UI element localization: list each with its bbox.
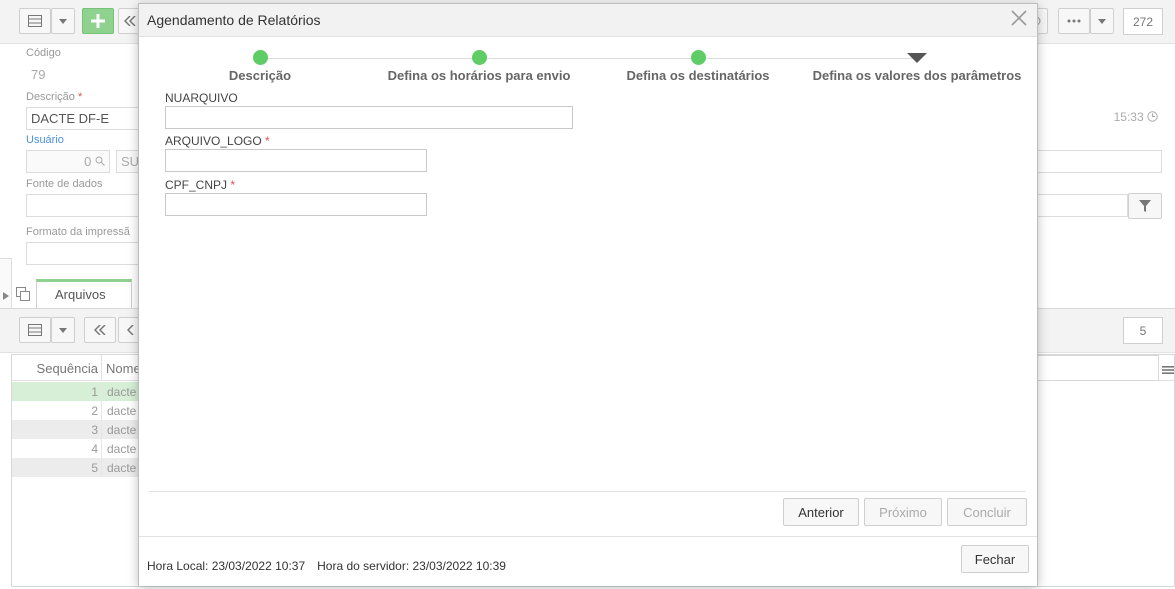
row-nome: dacte: [107, 385, 137, 399]
nuarquivo-input[interactable]: [165, 106, 573, 129]
filter-icon: [1139, 200, 1151, 212]
row-seq: 2: [12, 401, 102, 420]
grid-view-button-2[interactable]: [19, 317, 51, 343]
step-dot-destinatarios[interactable]: [691, 50, 706, 65]
table-row[interactable]: 1 dacte: [12, 382, 140, 401]
app-window: 272 Código 79 Descrição * DACTE DF-E 15:…: [0, 0, 1175, 589]
first-page-button[interactable]: [84, 317, 116, 343]
double-chevron-left-icon: [94, 325, 106, 335]
row-seq: 4: [12, 439, 102, 458]
formato-label: Formato da impressã: [26, 226, 130, 238]
table-row[interactable]: 4 dacte: [12, 439, 140, 458]
step-label-horarios[interactable]: Defina os horários para envio: [388, 68, 571, 83]
close-icon[interactable]: [1011, 7, 1027, 30]
grid-icon: [28, 15, 42, 27]
search-icon: [95, 156, 105, 166]
double-chevron-left-icon: [124, 16, 136, 26]
grid-filter-input[interactable]: [1036, 355, 1159, 381]
tab-arquivos[interactable]: Arquivos: [36, 279, 132, 309]
add-button[interactable]: [82, 8, 114, 34]
row-seq: 5: [12, 458, 102, 477]
nuarquivo-label: NUARQUIVO: [165, 91, 238, 105]
caret-down-icon: [59, 18, 67, 24]
col-sequencia[interactable]: Sequência: [12, 355, 102, 381]
usuario-label[interactable]: Usuário: [26, 134, 64, 146]
caret-down-icon: [1098, 18, 1106, 24]
step-dot-descricao[interactable]: [253, 50, 268, 65]
cpf-cnpj-label: CPF_CNPJ *: [165, 178, 236, 192]
row-nome: dacte: [107, 442, 137, 456]
more-dropdown-button[interactable]: [1090, 8, 1114, 34]
expand-arrow-icon[interactable]: [3, 289, 9, 303]
grid-view-button[interactable]: [19, 8, 51, 34]
concluir-button[interactable]: Concluir: [947, 498, 1027, 526]
step-label-descricao[interactable]: Descrição: [229, 68, 291, 83]
chevron-left-icon: [126, 325, 134, 335]
fechar-button[interactable]: Fechar: [961, 545, 1029, 573]
plus-icon: [91, 14, 105, 28]
table-row[interactable]: 3 dacte: [12, 420, 140, 439]
usuario-code-field[interactable]: 0: [26, 150, 110, 173]
ellipsis-icon: [1067, 19, 1081, 23]
row-seq: 3: [12, 420, 102, 439]
view-dropdown-button[interactable]: [51, 8, 75, 34]
step-label-parametros[interactable]: Defina os valores dos parâmetros: [813, 68, 1022, 83]
descricao-label: Descrição *: [26, 91, 83, 103]
fonte-label: Fonte de dados: [26, 178, 103, 190]
cpf-cnpj-input[interactable]: [165, 193, 427, 216]
row-seq: 1: [12, 382, 102, 401]
dialog-footer: Hora Local: 23/03/2022 10:37 Hora do serv…: [139, 536, 1037, 586]
schedule-report-dialog: Agendamento de Relatórios Descrição Defi…: [138, 3, 1038, 586]
codigo-label: Código: [26, 47, 61, 59]
time-info: Hora Local: 23/03/2022 10:37 Hora do serv…: [147, 559, 506, 573]
stepper-track: [260, 58, 918, 59]
copy-icon[interactable]: [16, 287, 30, 304]
server-time: Hora do servidor: 23/03/2022 10:39: [317, 559, 506, 573]
view-dropdown-button-2[interactable]: [51, 317, 75, 343]
caret-down-icon: [59, 327, 67, 333]
files-count: 5: [1123, 317, 1163, 344]
anterior-button[interactable]: Anterior: [783, 498, 859, 526]
table-row[interactable]: 5 dacte: [12, 458, 140, 477]
footer-divider: [149, 491, 1026, 492]
row-nome: dacte: [107, 423, 137, 437]
current-step-marker-icon: [907, 53, 927, 63]
arquivo-logo-input[interactable]: [165, 149, 427, 172]
local-time: Hora Local: 23/03/2022 10:37: [147, 559, 306, 573]
time-field[interactable]: 15:33: [1030, 107, 1162, 130]
grid-icon: [28, 324, 42, 336]
step-dot-horarios[interactable]: [472, 50, 487, 65]
record-count: 272: [1123, 8, 1163, 35]
proximo-button[interactable]: Próximo: [864, 498, 942, 526]
col-nome[interactable]: Nome: [106, 361, 141, 376]
grid-menu-icon[interactable]: [1162, 362, 1174, 378]
row-nome: dacte: [107, 404, 137, 418]
step-label-destinatarios[interactable]: Defina os destinatários: [626, 68, 769, 83]
filter-button[interactable]: [1128, 193, 1162, 219]
dialog-header: Agendamento de Relatórios: [139, 4, 1037, 37]
dialog-title: Agendamento de Relatórios: [147, 12, 321, 28]
row-nome: dacte: [107, 461, 137, 475]
table-row[interactable]: 2 dacte: [12, 401, 140, 420]
usuario-right-field[interactable]: [1030, 150, 1162, 173]
fonte-right-field[interactable]: [1030, 194, 1128, 217]
more-options-button[interactable]: [1058, 8, 1090, 34]
clock-icon: [1147, 111, 1158, 122]
arquivo-logo-label: ARQUIVO_LOGO *: [165, 134, 270, 148]
